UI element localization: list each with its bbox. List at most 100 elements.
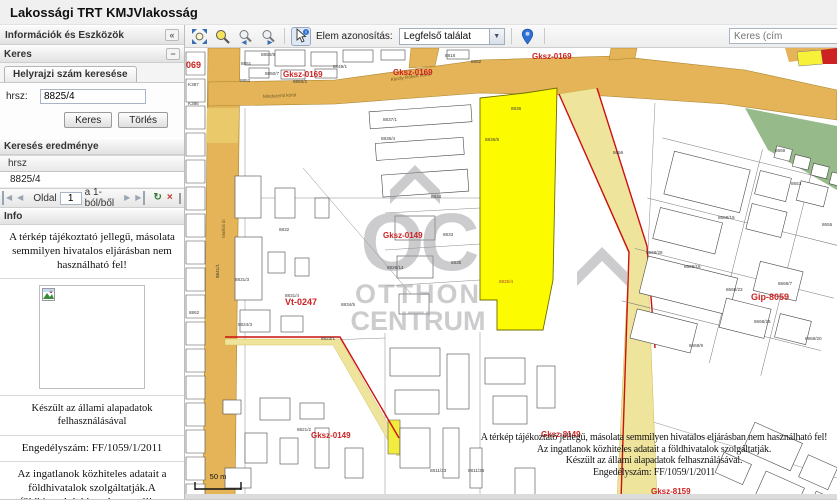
svg-text:Vt-0247: Vt-0247	[285, 297, 317, 307]
search-panel-title: Keres	[4, 49, 32, 60]
pager-prev-icon[interactable]: ◀	[15, 191, 25, 205]
hrsz-field-label: hrsz:	[6, 91, 40, 102]
highlighted-parcel-8825-4[interactable]	[480, 88, 557, 330]
info-title: Info	[4, 211, 22, 222]
pager-last-icon[interactable]: ▶	[133, 191, 145, 205]
svg-text:K386: K386	[188, 101, 199, 106]
pager-page-label: Oldal	[31, 193, 58, 204]
zoom-next-button[interactable]	[258, 27, 278, 46]
svg-text:8825/4: 8825/4	[499, 279, 513, 284]
marker-tool-button[interactable]	[518, 27, 538, 46]
sidebar-collapse-icon[interactable]: «	[165, 29, 179, 41]
title-bar: Lakossági TRT KMJVlakosság	[0, 0, 837, 25]
zoom-box-button[interactable]	[212, 27, 232, 46]
identify-pointer-icon: i	[293, 28, 310, 45]
svg-text:8831/3: 8831/3	[235, 277, 249, 282]
svg-text:OC: OC	[361, 197, 478, 288]
svg-text:8862: 8862	[189, 310, 200, 315]
svg-text:8659: 8659	[775, 148, 786, 153]
pager-page-input[interactable]	[60, 192, 82, 205]
zoom-extent-button[interactable]	[189, 27, 209, 46]
svg-text:Gksz-0169: Gksz-0169	[393, 68, 433, 77]
tab-helyrajzi-szam-keresese[interactable]: Helyrajzi szám keresése	[4, 66, 137, 82]
map-toolbar: i Elem azonosítás: Legfelső találat ▼	[185, 25, 837, 48]
svg-text:8668/7: 8668/7	[778, 281, 792, 286]
svg-text:8836/8: 8836/8	[485, 137, 499, 142]
chevron-down-icon[interactable]: ▼	[489, 29, 504, 44]
svg-text:8836: 8836	[511, 106, 522, 111]
map-canvas[interactable]: OC OTTHON CENTRUM Mindszenti körútKároly…	[185, 48, 837, 500]
info-body: A térkép tájékoztató jellegű, másolata s…	[0, 225, 184, 500]
svg-text:8824/3: 8824/3	[238, 322, 252, 327]
svg-text:8851: 8851	[241, 61, 252, 66]
svg-text:Gksz-0149: Gksz-0149	[311, 431, 351, 440]
svg-text:8682: 8682	[471, 59, 482, 64]
svg-text:Gip-8059: Gip-8059	[751, 292, 789, 302]
results-title: Keresés eredménye	[4, 141, 99, 152]
svg-text:K387: K387	[188, 82, 199, 87]
zoom-next-icon	[260, 28, 277, 45]
land-office-text: Az ingatlanok közhiteles adatait a földh…	[17, 468, 166, 500]
svg-text:8668/23: 8668/23	[726, 287, 743, 292]
svg-text:8811/36: 8811/36	[468, 468, 485, 473]
svg-text:8668/16: 8668/16	[684, 264, 701, 269]
zoom-previous-button[interactable]	[235, 27, 255, 46]
svg-text:Matkói út: Matkói út	[221, 219, 226, 238]
pager-of-label: a 1-ból/ből	[83, 187, 116, 209]
table-row[interactable]: 8825/4	[0, 172, 184, 188]
collapse-minus-icon[interactable]: −	[166, 48, 180, 60]
svg-text:069: 069	[186, 60, 201, 70]
identify-mode-select[interactable]: Legfelső találat ▼	[399, 28, 505, 45]
info-header: Info	[0, 208, 184, 225]
identify-tool-button[interactable]: i	[291, 27, 311, 46]
sidebar-header: Információk és Eszközök «	[0, 25, 184, 45]
results-pager: ◀ ◀ Oldal a 1-ból/ből ▶ ▶ ↻ ×	[0, 188, 184, 208]
svg-text:8849/1: 8849/1	[333, 64, 347, 69]
svg-text:8668/28: 8668/28	[646, 250, 663, 255]
search-panel-header[interactable]: Keres −	[0, 45, 184, 63]
zoom-box-icon	[214, 28, 231, 45]
hrsz-input[interactable]	[40, 89, 146, 104]
identify-mode-value: Legfelső találat	[400, 31, 489, 42]
svg-text:8850/8: 8850/8	[261, 52, 275, 57]
svg-text:CENTRUM: CENTRUM	[351, 306, 486, 336]
search-form: hrsz: Keres Törlés	[0, 83, 184, 138]
svg-text:8811/33: 8811/33	[430, 468, 447, 473]
svg-text:8833: 8833	[443, 232, 454, 237]
pager-first-icon[interactable]: ◀	[2, 191, 14, 205]
map-area: i Elem azonosítás: Legfelső találat ▼	[185, 25, 837, 500]
svg-text:Gksz-0169: Gksz-0169	[532, 52, 572, 61]
svg-text:8653: 8653	[791, 181, 802, 186]
svg-text:8818: 8818	[445, 53, 456, 58]
svg-text:OTTHON: OTTHON	[355, 279, 481, 309]
svg-text:8841/1: 8841/1	[215, 264, 220, 278]
svg-text:8821/2: 8821/2	[297, 427, 311, 432]
svg-text:8656: 8656	[613, 150, 624, 155]
svg-text:Gksz-0169: Gksz-0169	[283, 70, 323, 79]
svg-text:8655: 8655	[822, 222, 833, 227]
results-column-header[interactable]: hrsz	[0, 155, 184, 172]
new-document-icon[interactable]	[179, 193, 181, 204]
refresh-icon[interactable]: ↻	[151, 191, 163, 205]
svg-text:i: i	[305, 29, 306, 34]
map-search-input[interactable]	[729, 28, 837, 44]
page-title: Lakossági TRT KMJVlakosság	[10, 5, 198, 20]
svg-text:8852: 8852	[240, 78, 251, 83]
pager-next-icon[interactable]: ▶	[122, 191, 132, 205]
map-bottom-strip	[185, 494, 837, 500]
svg-text:8668/9: 8668/9	[689, 343, 703, 348]
svg-text:8834/5: 8834/5	[341, 302, 355, 307]
svg-text:8850/7: 8850/7	[265, 71, 279, 76]
svg-text:8826/14: 8826/14	[387, 265, 404, 270]
svg-text:8668/25: 8668/25	[754, 319, 771, 324]
clear-filter-icon[interactable]: ×	[165, 191, 175, 205]
search-tabs: Helyrajzi szám keresése	[0, 63, 184, 83]
clear-button[interactable]: Törlés	[118, 112, 168, 128]
svg-text:8668/20: 8668/20	[805, 336, 822, 341]
svg-text:8850/2: 8850/2	[293, 79, 307, 84]
zoom-extent-icon	[191, 28, 208, 45]
search-button[interactable]: Keres	[64, 112, 112, 128]
application-window: Lakossági TRT KMJVlakosság Információk é…	[0, 0, 837, 500]
svg-text:8837/1: 8837/1	[383, 117, 397, 122]
svg-text:8832: 8832	[279, 227, 290, 232]
